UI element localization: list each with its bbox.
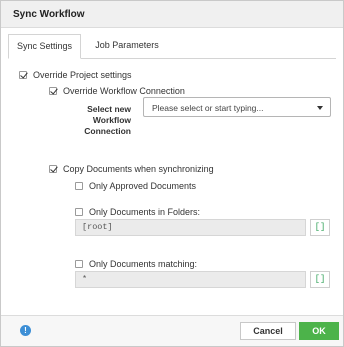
- dialog-titlebar: Sync Workflow: [1, 1, 343, 28]
- folders-input[interactable]: [root]: [75, 219, 306, 236]
- only-matching-label: Only Documents matching:: [89, 259, 198, 269]
- info-icon[interactable]: !: [20, 325, 31, 336]
- override-project-checkbox[interactable]: [19, 71, 27, 79]
- copy-documents-checkbox[interactable]: [49, 165, 57, 173]
- override-workflow-checkbox[interactable]: [49, 87, 57, 95]
- folders-variable-button[interactable]: []: [310, 219, 330, 236]
- workflow-connection-placeholder: Please select or start typing...: [152, 103, 264, 113]
- matching-variable-button[interactable]: []: [310, 271, 330, 288]
- override-workflow-label: Override Workflow Connection: [63, 86, 185, 96]
- only-folders-label: Only Documents in Folders:: [89, 207, 201, 217]
- workflow-connection-label: Select new Workflow Connection: [84, 104, 131, 136]
- only-approved-checkbox[interactable]: [75, 182, 83, 190]
- tab-job-parameters[interactable]: Job Parameters: [88, 34, 166, 57]
- dialog-title: Sync Workflow: [13, 9, 85, 20]
- override-project-row[interactable]: Override Project settings: [19, 70, 132, 80]
- override-workflow-row[interactable]: Override Workflow Connection: [49, 86, 185, 96]
- cancel-button[interactable]: Cancel: [240, 322, 296, 340]
- only-approved-row[interactable]: Only Approved Documents: [75, 181, 196, 191]
- workflow-connection-select[interactable]: Please select or start typing...: [143, 97, 331, 117]
- override-project-label: Override Project settings: [33, 70, 132, 80]
- copy-documents-row[interactable]: Copy Documents when synchronizing: [49, 164, 214, 174]
- only-approved-label: Only Approved Documents: [89, 181, 197, 191]
- only-matching-checkbox[interactable]: [75, 260, 83, 268]
- dialog-footer: ! Cancel OK: [1, 315, 343, 346]
- only-matching-row[interactable]: Only Documents matching:: [75, 259, 197, 269]
- sync-workflow-dialog: Sync Workflow Sync Settings Job Paramete…: [0, 0, 344, 347]
- only-folders-checkbox[interactable]: [75, 208, 83, 216]
- chevron-down-icon: [317, 106, 323, 110]
- tab-sync-settings[interactable]: Sync Settings: [8, 34, 81, 59]
- ok-button[interactable]: OK: [299, 322, 339, 340]
- copy-documents-label: Copy Documents when synchronizing: [63, 164, 214, 174]
- tab-bar: Sync Settings Job Parameters: [8, 34, 336, 59]
- only-folders-row[interactable]: Only Documents in Folders:: [75, 207, 200, 217]
- matching-input[interactable]: *: [75, 271, 306, 288]
